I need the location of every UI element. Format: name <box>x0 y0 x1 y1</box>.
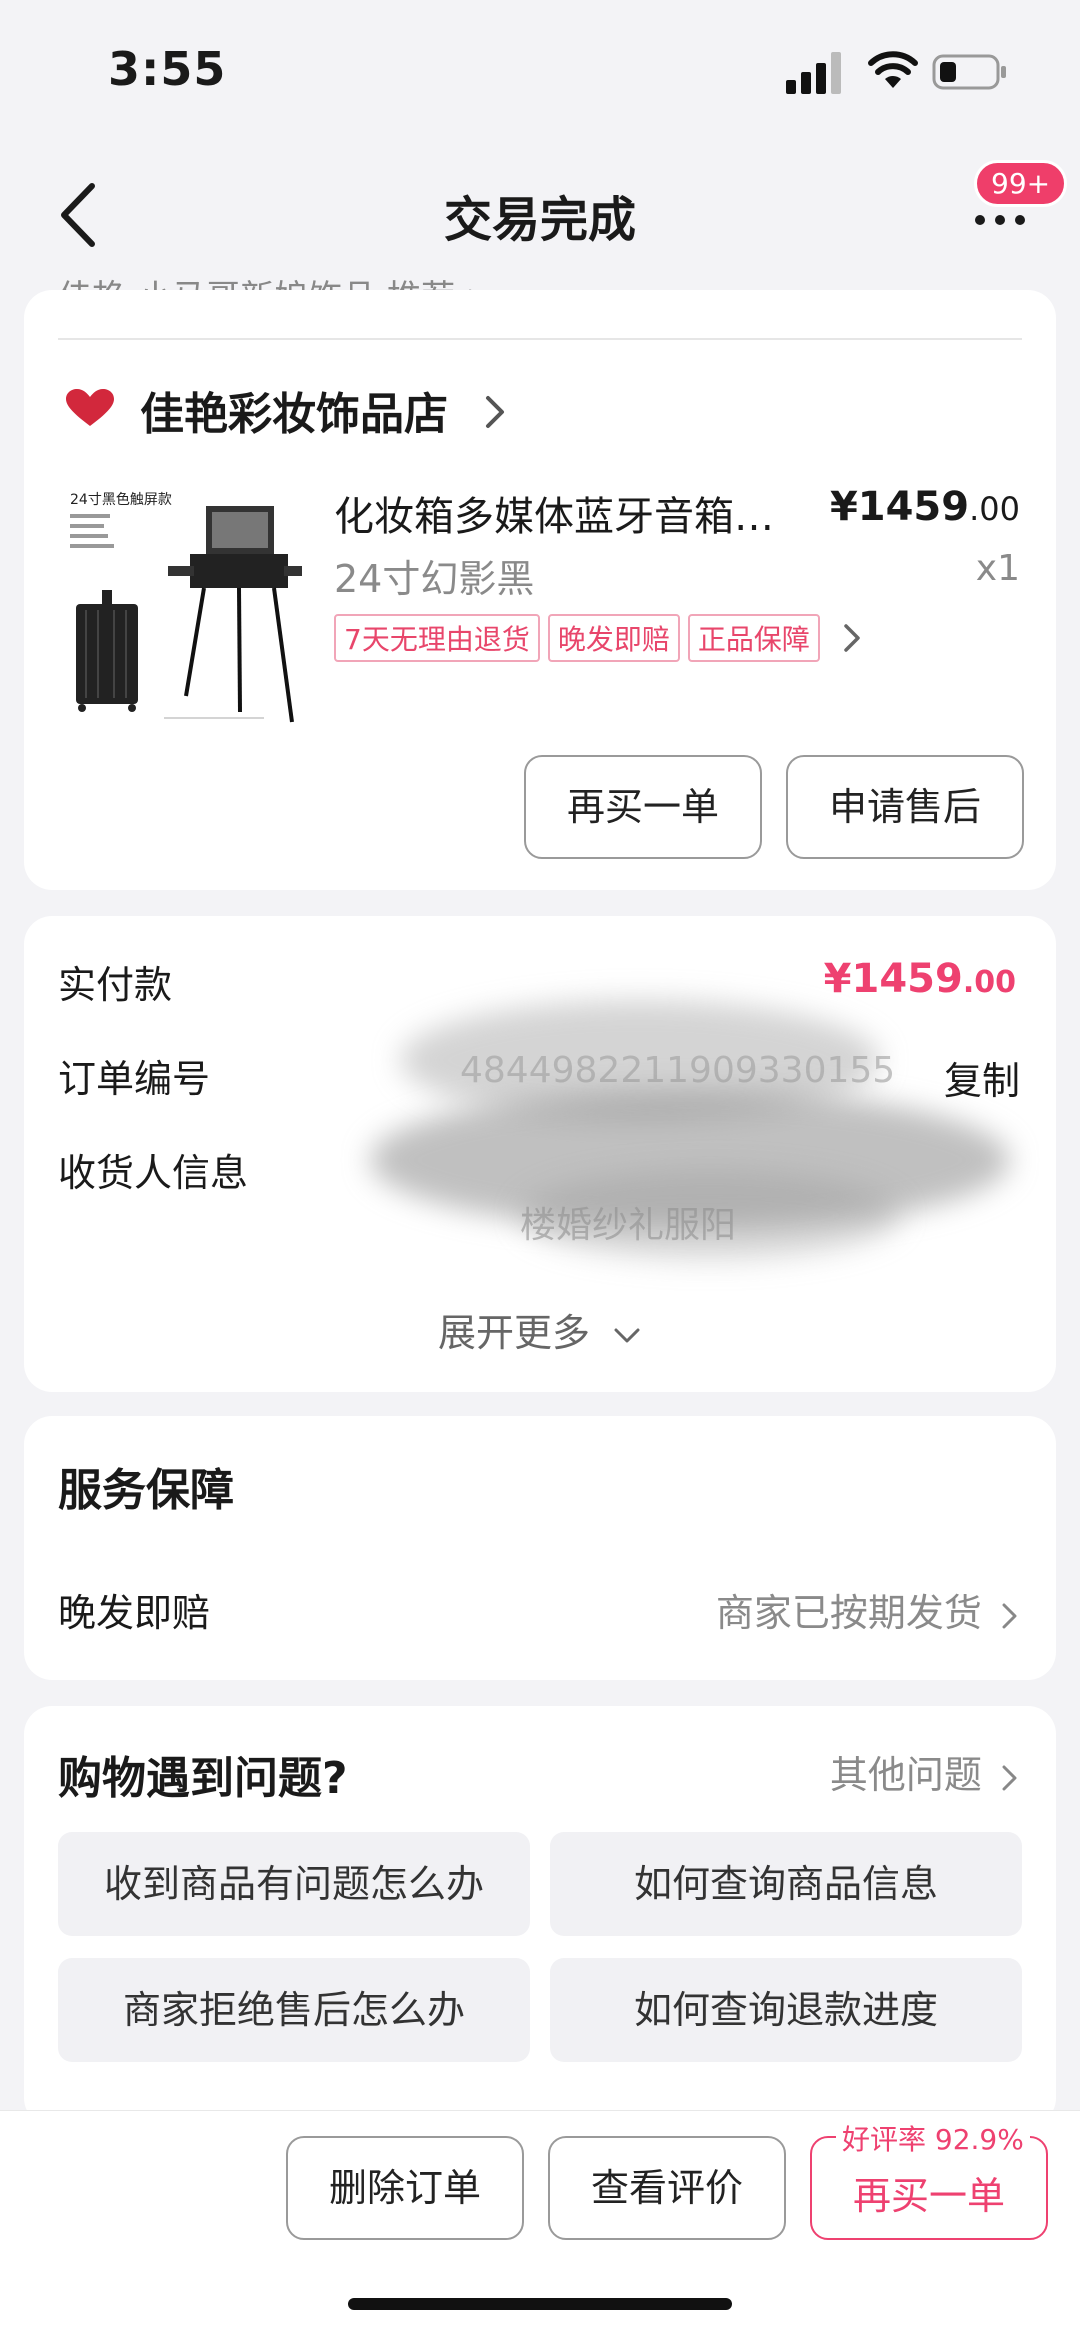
product-quantity: x1 <box>975 548 1020 589</box>
other-questions-link[interactable]: 其他问题 <box>830 1744 1020 1799</box>
apply-after-sale-button[interactable]: 申请售后 <box>786 755 1024 859</box>
paid-amount: ¥1459.00 <box>824 956 1016 1002</box>
guarantee-tags[interactable]: 7天无理由退货 晚发即赔 正品保障 <box>334 614 864 662</box>
shipping-status-link[interactable]: 商家已按期发货 <box>716 1582 1020 1637</box>
product-image-caption: 24寸黑色触屏款 <box>70 491 172 508</box>
status-bar: 3:55 <box>0 0 1080 140</box>
receiver-info-label: 收货人信息 <box>58 1151 249 1195</box>
chevron-down-icon <box>614 1328 640 1342</box>
product-title[interactable]: 化妆箱多媒体蓝牙音箱… <box>334 484 804 542</box>
shopping-help-title: 购物遇到问题? <box>58 1753 348 1804</box>
delete-order-button[interactable]: 删除订单 <box>286 2136 524 2240</box>
late-compensation-label: 晚发即赔 <box>58 1591 211 1635</box>
product-variant: 24寸幻影黑 <box>334 557 535 601</box>
paid-amount-label: 实付款 <box>58 963 173 1007</box>
chevron-right-icon <box>1002 1603 1017 1628</box>
copy-order-number-button[interactable]: 复制 <box>944 1050 1020 1105</box>
product-image[interactable]: 24寸黑色触屏款 <box>64 486 304 726</box>
shipping-status-text: 商家已按期发货 <box>715 1591 982 1635</box>
tag-7day-return: 7天无理由退货 <box>334 614 540 662</box>
home-indicator <box>348 2298 732 2310</box>
price-integer: ¥1459 <box>829 484 970 530</box>
cellular-signal-icon <box>786 52 841 94</box>
buy-again-button[interactable]: 再买一单 <box>524 755 762 859</box>
tag-authentic: 正品保障 <box>687 614 820 662</box>
battery-icon <box>932 54 1006 90</box>
faq-item-refund-progress[interactable]: 如何查询退款进度 <box>550 1958 1022 2062</box>
shop-logo-heart-icon <box>66 389 114 426</box>
chevron-right-icon[interactable] <box>484 394 506 430</box>
tag-late-compensation: 晚发即赔 <box>547 614 680 662</box>
faq-item-product-problem[interactable]: 收到商品有问题怎么办 <box>58 1832 530 1936</box>
paid-amount-decimal: .00 <box>962 965 1016 1000</box>
positive-rating-badge: 好评率 92.9% <box>836 2118 1030 2158</box>
expand-more-label: 展开更多 <box>437 1311 590 1355</box>
paid-amount-integer: ¥1459 <box>823 956 963 1002</box>
page-title: 交易完成 <box>443 192 636 248</box>
divider <box>58 338 1022 340</box>
chevron-right-icon[interactable] <box>842 622 864 654</box>
shop-name[interactable]: 佳艳彩妆饰品店 <box>140 378 448 442</box>
makeup-case-illustration: 24寸黑色触屏款 <box>70 491 302 723</box>
service-guarantee-title: 服务保障 <box>58 1465 234 1516</box>
navigation-bar: 交易完成 99+ <box>0 140 1080 290</box>
expand-more-button[interactable]: 展开更多 <box>0 1302 1080 1357</box>
other-questions-text: 其他问题 <box>829 1753 982 1797</box>
view-review-button[interactable]: 查看评价 <box>548 2136 786 2240</box>
order-number-label: 订单编号 <box>58 1057 211 1101</box>
status-time: 3:55 <box>108 42 227 96</box>
price-decimal: .00 <box>969 490 1020 528</box>
chevron-right-icon <box>1002 1765 1017 1790</box>
redaction-smudge <box>520 1170 900 1260</box>
wifi-icon <box>868 51 918 88</box>
faq-item-merchant-refuse[interactable]: 商家拒绝售后怎么办 <box>58 1958 530 2062</box>
message-count-badge: 99+ <box>974 160 1068 207</box>
product-price: ¥1459.00 <box>830 484 1020 530</box>
faq-item-query-product-info[interactable]: 如何查询商品信息 <box>550 1832 1022 1936</box>
